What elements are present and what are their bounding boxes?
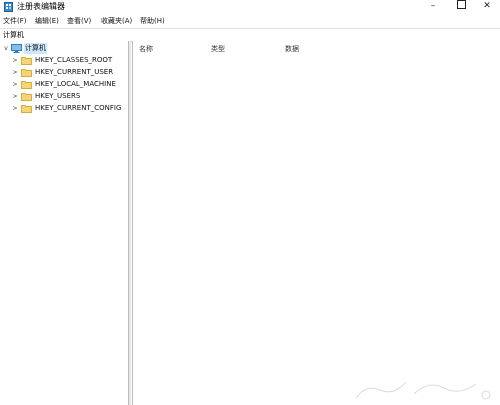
menu-view[interactable]: 查看(V)	[67, 16, 91, 26]
values-list-pane[interactable]: 名称 类型 数据	[132, 41, 500, 405]
column-header-name[interactable]: 名称	[139, 44, 153, 54]
chevron-right-icon[interactable]: >	[12, 56, 18, 65]
tree-item-label: HKEY_LOCAL_MACHINE	[35, 80, 116, 88]
title-bar: 注册表编辑器 – ✕	[0, 0, 500, 14]
chevron-right-icon[interactable]: >	[12, 92, 18, 101]
maximize-icon	[456, 0, 466, 9]
chevron-down-icon[interactable]: v	[3, 44, 9, 53]
address-path: 计算机	[3, 31, 24, 39]
menu-file[interactable]: 文件(F)	[3, 16, 27, 26]
column-header-type[interactable]: 类型	[211, 44, 225, 54]
chevron-right-icon[interactable]: >	[12, 104, 18, 113]
tree-item-hkey-current-user[interactable]: > HKEY_CURRENT_USER	[0, 67, 128, 78]
tree-item-label: HKEY_CLASSES_ROOT	[35, 56, 113, 64]
window-title: 注册表编辑器	[17, 2, 65, 11]
chevron-right-icon[interactable]: >	[12, 68, 18, 77]
chevron-right-icon[interactable]: >	[12, 80, 18, 89]
computer-icon	[11, 44, 22, 53]
address-bar[interactable]: 计算机	[0, 28, 500, 42]
folder-icon	[21, 69, 32, 77]
folder-icon	[21, 57, 32, 65]
registry-editor-icon	[4, 2, 13, 12]
tree-item-hkey-classes-root[interactable]: > HKEY_CLASSES_ROOT	[0, 55, 128, 66]
tree-item-label: HKEY_USERS	[35, 92, 81, 100]
close-button[interactable]: ✕	[474, 0, 500, 14]
folder-icon	[21, 93, 32, 101]
pane-splitter[interactable]	[129, 41, 131, 405]
menu-bar: 文件(F) 编辑(E) 查看(V) 收藏夹(A) 帮助(H)	[0, 15, 500, 27]
tree-item-label: HKEY_CURRENT_CONFIG	[35, 104, 122, 112]
menu-help[interactable]: 帮助(H)	[140, 16, 165, 26]
maximize-button[interactable]	[448, 0, 474, 14]
tree-item-hkey-local-machine[interactable]: > HKEY_LOCAL_MACHINE	[0, 79, 128, 90]
tree-pane[interactable]: v 计算机 > HKEY_CLASSES_ROOT > HKEY_CURRENT…	[0, 41, 129, 405]
folder-icon	[21, 81, 32, 89]
column-header-data[interactable]: 数据	[285, 44, 299, 54]
tree-item-label: HKEY_CURRENT_USER	[35, 68, 114, 76]
tree-item-label: 计算机	[24, 43, 47, 54]
minimize-button[interactable]: –	[420, 0, 446, 14]
menu-favorites[interactable]: 收藏夹(A)	[101, 16, 132, 26]
tree-item-hkey-users[interactable]: > HKEY_USERS	[0, 91, 128, 102]
menu-edit[interactable]: 编辑(E)	[35, 16, 59, 26]
folder-icon	[21, 105, 32, 113]
watermark-logo	[355, 381, 491, 400]
tree-item-computer[interactable]: v 计算机	[0, 43, 128, 54]
tree-item-hkey-current-config[interactable]: > HKEY_CURRENT_CONFIG	[0, 103, 128, 114]
